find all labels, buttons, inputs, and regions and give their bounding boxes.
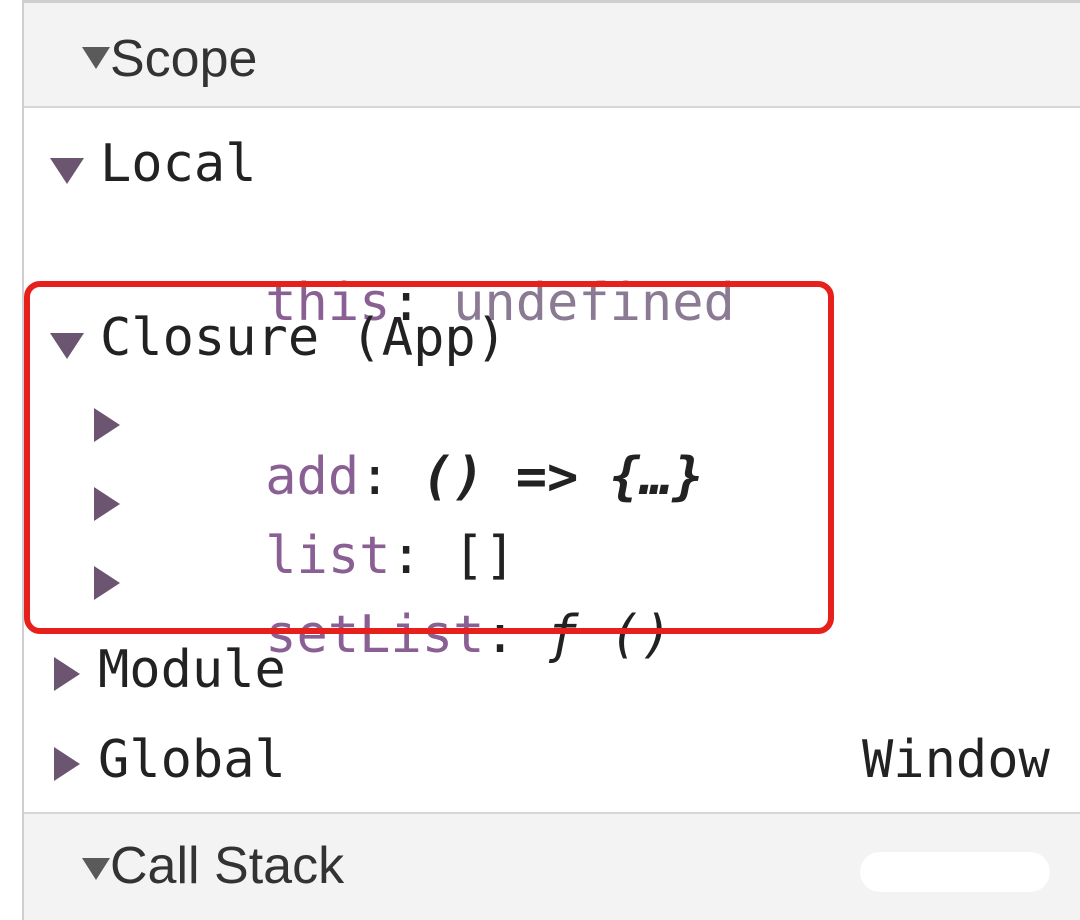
- local-scope-label[interactable]: Local: [100, 138, 257, 190]
- call-stack-header-label: Call Stack: [110, 837, 345, 895]
- debugger-scope-panel: Scope Local this: undefined Closure (App…: [0, 0, 1080, 920]
- call-stack-section-header[interactable]: Call Stack: [24, 812, 1080, 920]
- module-scope-label[interactable]: Module: [98, 644, 286, 696]
- collapse-triangle-icon[interactable]: [82, 858, 110, 880]
- global-scope-label[interactable]: Global: [98, 734, 286, 786]
- collapse-triangle-icon[interactable]: [82, 47, 110, 69]
- redacted-area: [860, 852, 1050, 892]
- expand-down-icon[interactable]: [50, 158, 84, 184]
- scope-header-label: Scope: [110, 30, 258, 88]
- closure-highlight-box: [24, 281, 834, 634]
- expand-right-icon[interactable]: [54, 747, 80, 781]
- scope-section-header[interactable]: Scope: [24, 0, 1080, 108]
- expand-right-icon[interactable]: [54, 657, 80, 691]
- global-scope-value: Window: [862, 730, 1050, 790]
